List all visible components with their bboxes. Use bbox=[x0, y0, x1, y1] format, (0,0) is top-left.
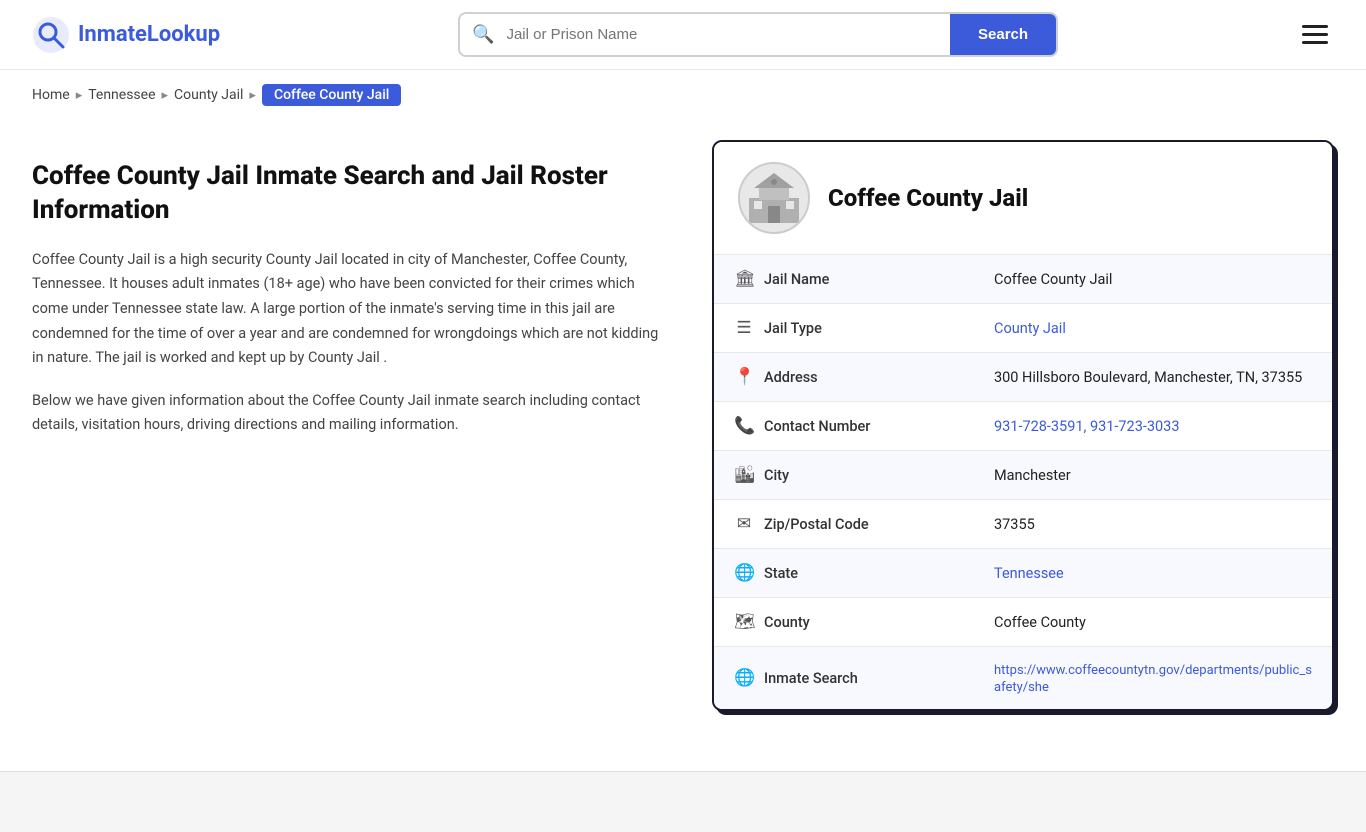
label-inmate-search: Inmate Search bbox=[764, 670, 858, 687]
jail-building-icon bbox=[744, 168, 804, 228]
list-icon: ☰ bbox=[734, 318, 754, 338]
search-button[interactable]: Search bbox=[950, 14, 1056, 55]
inmate-search-icon: 🌐 bbox=[734, 668, 754, 688]
value-county: Coffee County bbox=[974, 598, 1332, 647]
value-zip: 37355 bbox=[974, 500, 1332, 549]
jail-type-link[interactable]: County Jail bbox=[994, 320, 1066, 337]
breadcrumb-sep-1: ▸ bbox=[76, 88, 83, 103]
breadcrumb-sep-3: ▸ bbox=[249, 88, 256, 103]
value-jail-type: County Jail bbox=[974, 304, 1332, 353]
county-icon: 🗺 bbox=[734, 612, 754, 632]
left-column: Coffee County Jail Inmate Search and Jai… bbox=[32, 140, 672, 456]
table-row: 📍 Address 300 Hillsboro Boulevard, Manch… bbox=[714, 353, 1332, 402]
value-address: 300 Hillsboro Boulevard, Manchester, TN,… bbox=[974, 353, 1332, 402]
logo-text: InmateLookup bbox=[78, 22, 220, 47]
hamburger-line-3 bbox=[1302, 41, 1328, 44]
globe-icon: 🌐 bbox=[734, 563, 754, 583]
table-row: ✉ Zip/Postal Code 37355 bbox=[714, 500, 1332, 549]
phone-icon: 📞 bbox=[734, 416, 754, 436]
search-input[interactable] bbox=[506, 16, 950, 53]
mail-icon: ✉ bbox=[734, 514, 754, 534]
hamburger-menu[interactable] bbox=[1296, 19, 1334, 50]
right-column: Coffee County Jail 🏛 Jail Name Coffee Co… bbox=[712, 140, 1334, 711]
info-table: 🏛 Jail Name Coffee County Jail ☰ Jail Ty… bbox=[714, 254, 1332, 709]
table-row: 🗺 County Coffee County bbox=[714, 598, 1332, 647]
table-row: 📞 Contact Number 931-728-3591, 931-723-3… bbox=[714, 402, 1332, 451]
logo-icon bbox=[32, 16, 70, 54]
label-jail-name: Jail Name bbox=[764, 271, 829, 288]
info-card-header: Coffee County Jail bbox=[714, 142, 1332, 254]
table-row: 🌐 State Tennessee bbox=[714, 549, 1332, 598]
breadcrumb: Home ▸ Tennessee ▸ County Jail ▸ Coffee … bbox=[0, 70, 1366, 120]
label-city: City bbox=[764, 467, 789, 484]
label-zip: Zip/Postal Code bbox=[764, 516, 869, 533]
label-county: County bbox=[764, 614, 810, 631]
pin-icon: 📍 bbox=[734, 367, 754, 387]
value-jail-name: Coffee County Jail bbox=[974, 255, 1332, 304]
hamburger-line-2 bbox=[1302, 33, 1328, 36]
breadcrumb-tennessee[interactable]: Tennessee bbox=[88, 87, 155, 103]
breadcrumb-county-jail[interactable]: County Jail bbox=[174, 87, 243, 103]
table-row: 🏛 Jail Name Coffee County Jail bbox=[714, 255, 1332, 304]
jail-icon: 🏛 bbox=[734, 269, 754, 289]
label-address: Address bbox=[764, 369, 818, 386]
breadcrumb-current: Coffee County Jail bbox=[262, 84, 401, 106]
hamburger-line-1 bbox=[1302, 25, 1328, 28]
value-state: Tennessee bbox=[974, 549, 1332, 598]
contact-number-link[interactable]: 931-728-3591, 931-723-3033 bbox=[994, 418, 1179, 435]
table-row: 🏙 City Manchester bbox=[714, 451, 1332, 500]
value-city: Manchester bbox=[974, 451, 1332, 500]
label-contact: Contact Number bbox=[764, 418, 870, 435]
inmate-search-link[interactable]: https://www.coffeecountytn.gov/departmen… bbox=[994, 663, 1312, 695]
page-desc-1: Coffee County Jail is a high security Co… bbox=[32, 248, 672, 371]
value-inmate-search: https://www.coffeecountytn.gov/departmen… bbox=[974, 647, 1332, 710]
search-bar: 🔍 Search bbox=[458, 12, 1058, 57]
table-row: ☰ Jail Type County Jail bbox=[714, 304, 1332, 353]
jail-name-header: Coffee County Jail bbox=[828, 184, 1028, 212]
label-state: State bbox=[764, 565, 798, 582]
header: InmateLookup 🔍 Search bbox=[0, 0, 1366, 70]
info-card: Coffee County Jail 🏛 Jail Name Coffee Co… bbox=[712, 140, 1334, 711]
footer bbox=[0, 771, 1366, 832]
value-contact: 931-728-3591, 931-723-3033 bbox=[974, 402, 1332, 451]
search-bar-icon: 🔍 bbox=[460, 24, 506, 45]
table-row: 🌐 Inmate Search https://www.coffeecounty… bbox=[714, 647, 1332, 710]
breadcrumb-sep-2: ▸ bbox=[162, 88, 169, 103]
state-link[interactable]: Tennessee bbox=[994, 565, 1064, 582]
breadcrumb-home[interactable]: Home bbox=[32, 87, 70, 103]
label-jail-type: Jail Type bbox=[764, 320, 822, 337]
logo-link[interactable]: InmateLookup bbox=[32, 16, 220, 54]
city-icon: 🏙 bbox=[734, 465, 754, 485]
page-title: Coffee County Jail Inmate Search and Jai… bbox=[32, 160, 672, 228]
jail-avatar bbox=[738, 162, 810, 234]
main-content: Coffee County Jail Inmate Search and Jai… bbox=[0, 120, 1366, 751]
page-desc-2: Below we have given information about th… bbox=[32, 389, 672, 438]
